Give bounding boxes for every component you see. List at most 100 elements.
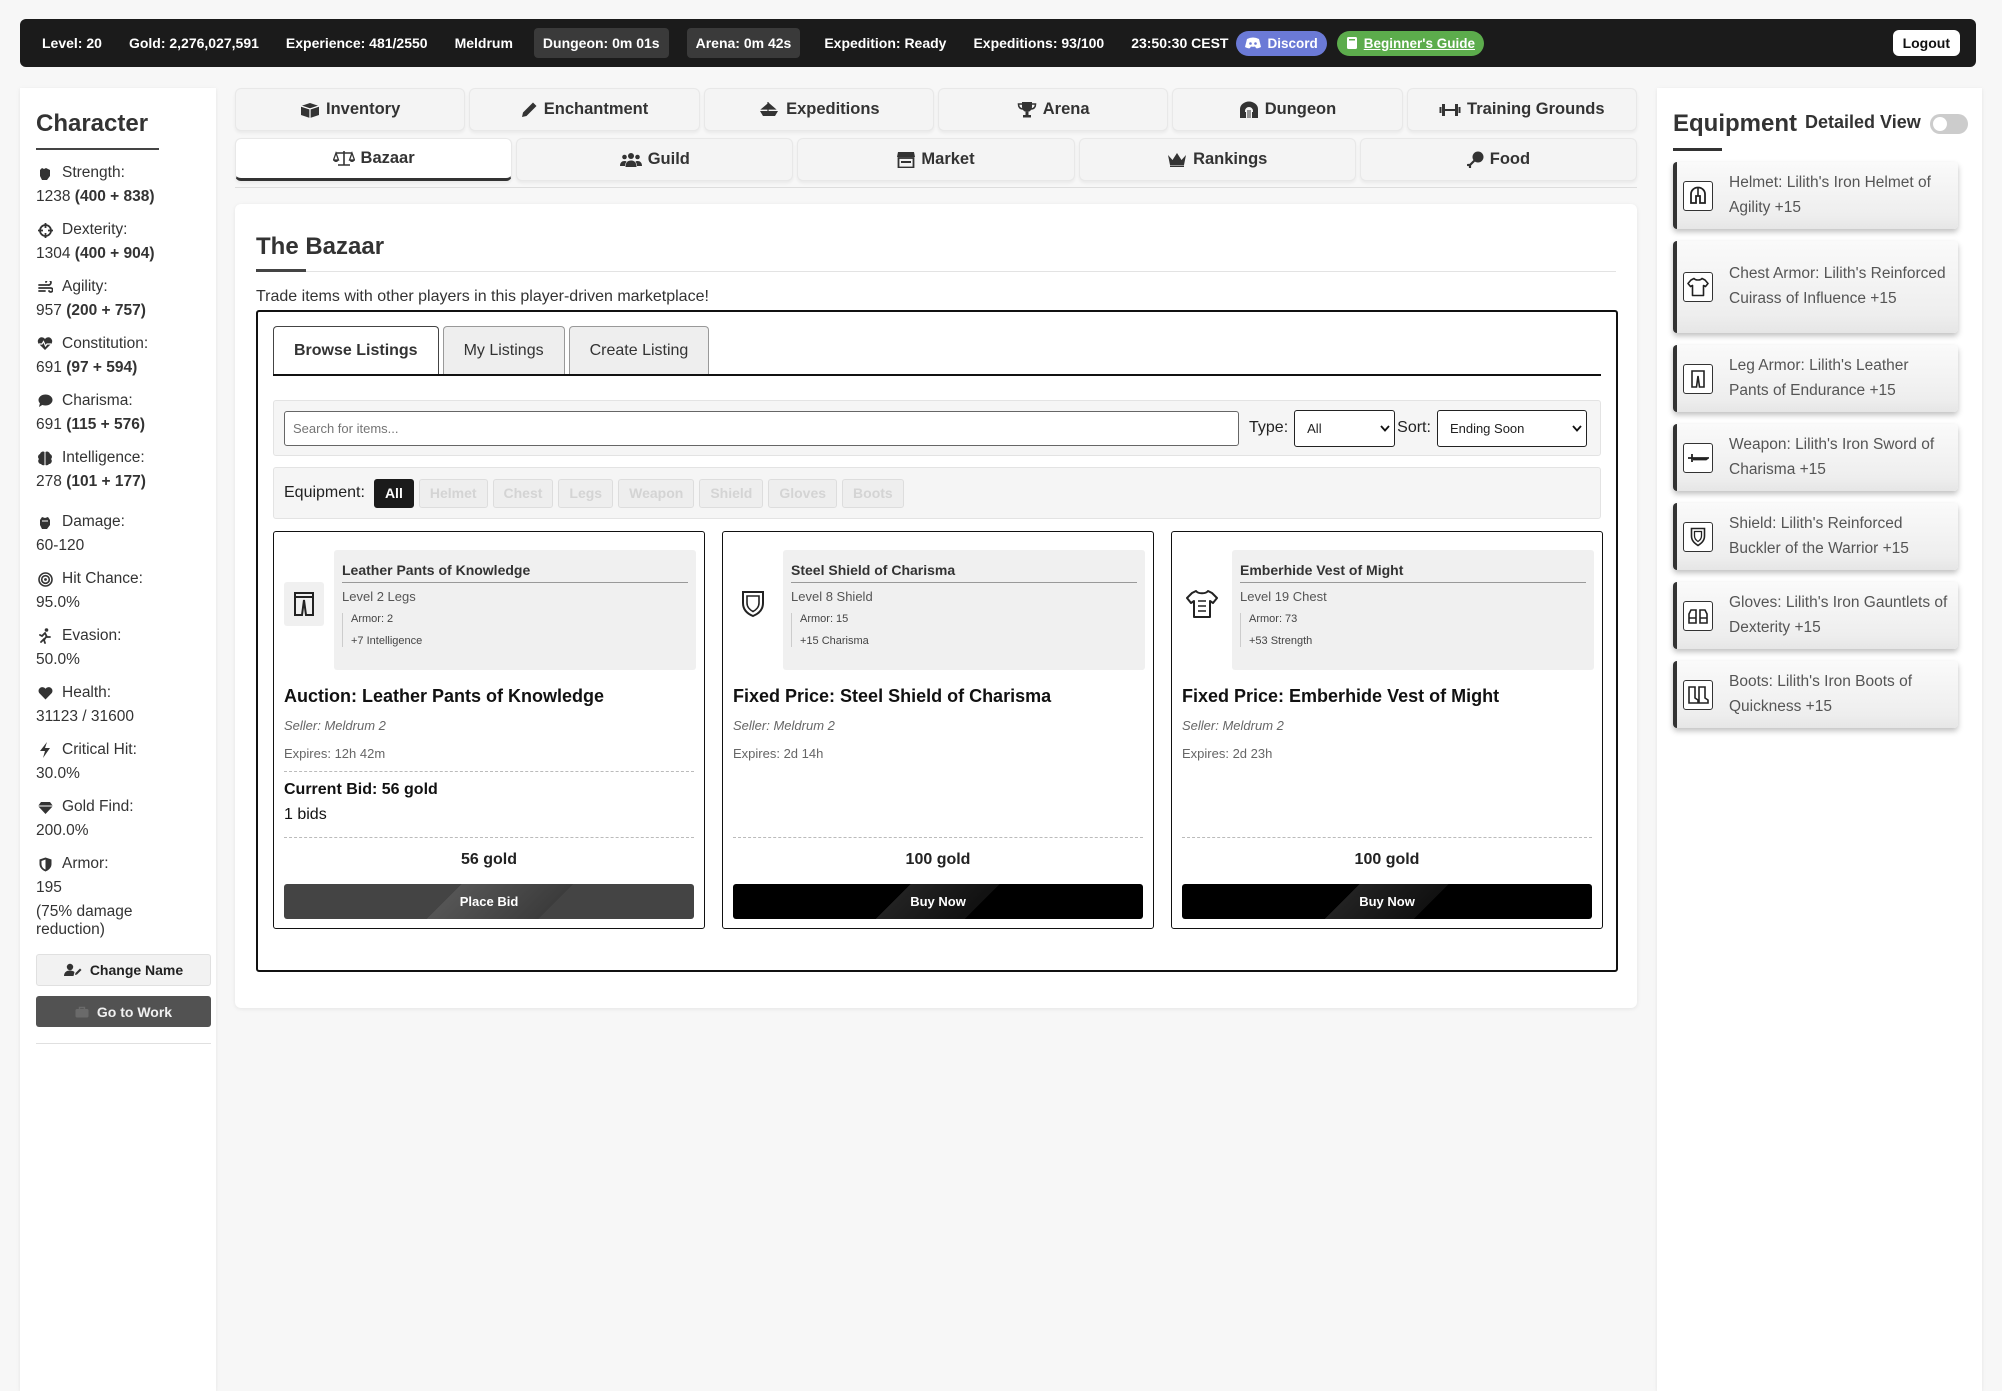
listing-title: Fixed Price: Steel Shield of Charisma (733, 686, 1052, 706)
nav-tab-label: Food (1489, 150, 1531, 168)
listing-seller: Seller: Meldrum 2 (733, 718, 835, 733)
filter-legs[interactable]: Legs (558, 478, 614, 508)
filter-helmet[interactable]: Helmet (418, 478, 488, 508)
stat-value: 957 (36, 302, 62, 319)
logout-button[interactable]: Logout (1892, 30, 1960, 56)
nav-tab-label: Dungeon (1264, 100, 1337, 118)
ship-icon (760, 102, 779, 116)
item-tooltip: Emberhide Vest of Might Level 19 Chest A… (1232, 550, 1594, 670)
nav-tab-arena[interactable]: Arena (937, 88, 1169, 131)
nav-tab-market[interactable]: Market (797, 138, 1075, 181)
nav-tab-expeditions[interactable]: Expeditions (703, 88, 934, 131)
listing-price: 100 gold (1354, 851, 1420, 868)
main-nav-row-2: Bazaar Guild Market Rankings Food (235, 138, 1638, 181)
equipment-text: Shield: Lilith's Reinforced Buckler of t… (1729, 514, 1909, 557)
stat-value: 691 (36, 416, 62, 433)
stat-name: Health: (62, 684, 112, 701)
users-icon (619, 153, 642, 167)
equipment-slot-shield[interactable]: Shield: Lilith's Reinforced Buckler of t… (1673, 503, 1958, 570)
listing-seller: Seller: Meldrum 2 (1182, 718, 1284, 733)
bolt-icon (36, 742, 54, 758)
expeditions-count: Expeditions: 93/100 (973, 35, 1105, 51)
buy-now-button[interactable]: Buy Now (733, 884, 1143, 919)
listing-price: 100 gold (905, 851, 971, 868)
item-tooltip: Leather Pants of Knowledge Level 2 Legs … (334, 550, 696, 670)
nav-tab-inventory[interactable]: Inventory (235, 88, 466, 131)
equipment-title: Equipment (1673, 110, 1797, 137)
pencil-icon (521, 102, 537, 117)
shield-icon (733, 582, 773, 626)
beginners-guide-link[interactable]: Beginner's Guide (1336, 30, 1484, 56)
place-bid-button[interactable]: Place Bid (284, 884, 694, 919)
stat-intelligence: Intelligence: 278 (101 + 177) (36, 449, 201, 491)
item-armor: Armor: 15 (800, 613, 849, 625)
equipment-slot-legs[interactable]: Leg Armor: Lilith's Leather Pants of End… (1673, 345, 1958, 412)
item-bonus: +7 Intelligence (351, 635, 423, 647)
item-bonus: +15 Charisma (800, 635, 869, 647)
listing-grid: Leather Pants of Knowledge Level 2 Legs … (273, 531, 1603, 929)
go-to-work-button[interactable]: Go to Work (36, 996, 211, 1027)
tab-create-listing[interactable]: Create Listing (568, 326, 710, 374)
tab-browse-listings[interactable]: Browse Listings (273, 326, 439, 375)
filter-shield[interactable]: Shield (699, 478, 764, 508)
discord-link[interactable]: Discord (1236, 30, 1327, 56)
stat-gold-find: Gold Find: 200.0% (36, 798, 201, 840)
nav-tab-dungeon[interactable]: Dungeon (1172, 88, 1403, 131)
equipment-slot-weapon[interactable]: Weapon: Lilith's Iron Sword of Charisma … (1673, 424, 1958, 491)
listing-card: Emberhide Vest of Might Level 19 Chest A… (1171, 531, 1603, 929)
stat-charisma: Charisma: 691 (115 + 576) (36, 392, 201, 434)
nav-tab-guild[interactable]: Guild (516, 138, 794, 181)
equipment-slot-boots[interactable]: Boots: Lilith's Iron Boots of Quickness … (1673, 661, 1958, 728)
type-label: Type: (1249, 419, 1289, 436)
filter-gloves[interactable]: Gloves (768, 478, 838, 508)
detailed-view-toggle[interactable] (1930, 114, 1968, 134)
item-level: Level 8 Shield (791, 589, 873, 604)
equipment-text: Leg Armor: Lilith's Leather Pants of End… (1729, 356, 1909, 399)
buy-now-button[interactable]: Buy Now (1182, 884, 1592, 919)
type-select[interactable]: All (1294, 409, 1396, 447)
go-to-work-label: Go to Work (96, 1003, 173, 1020)
stat-value: 1304 (36, 245, 71, 262)
equipment-panel: Equipment Detailed View Helmet: Lilith's… (1657, 88, 1982, 1391)
wind-icon (36, 280, 54, 294)
search-input[interactable] (284, 410, 1239, 446)
stat-value: 95.0% (36, 594, 80, 611)
bazaar-container: Browse Listings My Listings Create Listi… (256, 310, 1618, 972)
equipment-slot-chest[interactable]: Chest Armor: Lilith's Reinforced Cuirass… (1673, 241, 1958, 333)
item-level: Level 2 Legs (342, 589, 416, 604)
briefcase-icon (75, 1006, 89, 1017)
nav-tab-food[interactable]: Food (1359, 138, 1638, 181)
dungeon-icon (1239, 101, 1258, 118)
stat-name: Gold Find: (62, 798, 134, 815)
stat-name: Constitution: (62, 335, 149, 352)
nav-tab-rankings[interactable]: Rankings (1078, 138, 1356, 181)
heart-icon (36, 686, 54, 700)
equipment-slot-gloves[interactable]: Gloves: Lilith's Iron Gauntlets of Dexte… (1673, 582, 1958, 649)
stat-name: Damage: (62, 513, 125, 530)
stat-value: 60-120 (36, 537, 85, 554)
equipment-slot-helmet[interactable]: Helmet: Lilith's Iron Helmet of Agility … (1673, 162, 1958, 229)
tab-my-listings[interactable]: My Listings (442, 326, 565, 374)
nav-tab-training-grounds[interactable]: Training Grounds (1406, 88, 1637, 131)
nav-tab-label: Inventory (326, 100, 401, 118)
scales-icon (332, 151, 355, 166)
dungeon-timer: Dungeon: 0m 01s (533, 28, 669, 58)
bazaar-tabs: Browse Listings My Listings Create Listi… (273, 326, 710, 375)
filter-weapon[interactable]: Weapon (618, 478, 695, 508)
character-panel: Character Strength: 1238 (400 + 838) Dex… (20, 88, 216, 1391)
filter-chest[interactable]: Chest (492, 478, 554, 508)
nav-tab-label: Arena (1042, 100, 1090, 118)
stat-value: 50.0% (36, 651, 80, 668)
sort-select[interactable]: Ending Soon (1436, 409, 1587, 447)
filter-all[interactable]: All (373, 478, 414, 508)
stat-name: Charisma: (62, 392, 133, 409)
stat-detail: (200 + 757) (66, 302, 146, 319)
nav-tab-label: Market (921, 150, 975, 168)
trophy-icon (1017, 102, 1037, 118)
listing-card: Leather Pants of Knowledge Level 2 Legs … (273, 531, 705, 929)
nav-tab-bazaar[interactable]: Bazaar (235, 138, 513, 181)
filter-boots[interactable]: Boots (842, 478, 904, 508)
type-select-value: All (1307, 420, 1322, 436)
nav-tab-enchantment[interactable]: Enchantment (469, 88, 700, 131)
change-name-button[interactable]: Change Name (36, 954, 211, 986)
